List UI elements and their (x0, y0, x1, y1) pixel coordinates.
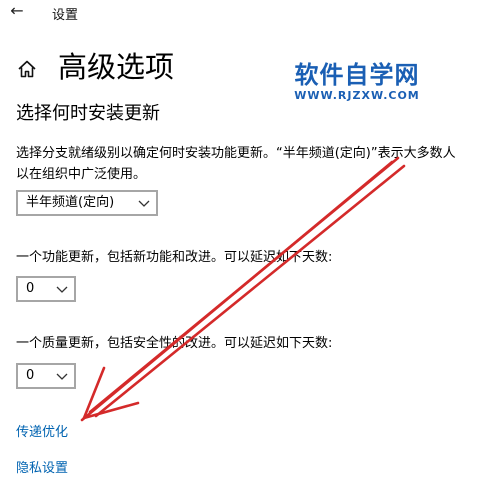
back-arrow-icon[interactable]: ← (6, 1, 28, 21)
watermark-name: 软件自学网 (294, 61, 420, 89)
description-line-1: 选择分支就绪级别以确定何时安装功能更新。“半年频道(定向)”表示大多数人 (16, 146, 456, 161)
feature-update-label: 一个功能更新，包括新功能和改进。可以延迟如下天数: (16, 250, 333, 265)
feature-update-days-value: 0 (26, 281, 35, 296)
privacy-settings-link[interactable]: 隐私设置 (16, 460, 68, 478)
quality-update-days-dropdown[interactable]: 0 (16, 363, 76, 389)
watermark: 软件自学网 WWW.RJZXW.COM (282, 60, 432, 102)
chevron-down-icon (56, 286, 68, 293)
branch-readiness-dropdown[interactable]: 半年频道(定向) (16, 190, 158, 216)
chevron-down-icon (56, 373, 68, 380)
chevron-down-icon (138, 200, 150, 207)
home-icon[interactable] (16, 58, 38, 80)
feature-update-days-dropdown[interactable]: 0 (16, 276, 76, 302)
description-line-2: 以在组织中广泛使用。 (16, 167, 147, 182)
delivery-optimization-link[interactable]: 传递优化 (16, 424, 68, 442)
quality-update-days-value: 0 (26, 368, 35, 383)
quality-update-label: 一个质量更新，包括安全性的改进。可以延迟如下天数: (16, 336, 333, 351)
branch-readiness-value: 半年频道(定向) (26, 195, 115, 210)
annotation-arrow-head-upper (82, 366, 106, 420)
section-description: 选择分支就绪级别以确定何时安装功能更新。“半年频道(定向)”表示大多数人 以在组… (16, 143, 500, 185)
page-title: 高级选项 (58, 50, 175, 84)
window-title: 设置 (52, 8, 79, 23)
settings-window: ← 设置 高级选项 软件自学网 WWW.RJZXW.COM 选择何时安装更新 选… (0, 0, 500, 485)
section-heading: 选择何时安装更新 (16, 103, 160, 124)
watermark-url: WWW.RJZXW.COM (294, 89, 420, 102)
annotation-arrow-head-lower (82, 401, 140, 420)
